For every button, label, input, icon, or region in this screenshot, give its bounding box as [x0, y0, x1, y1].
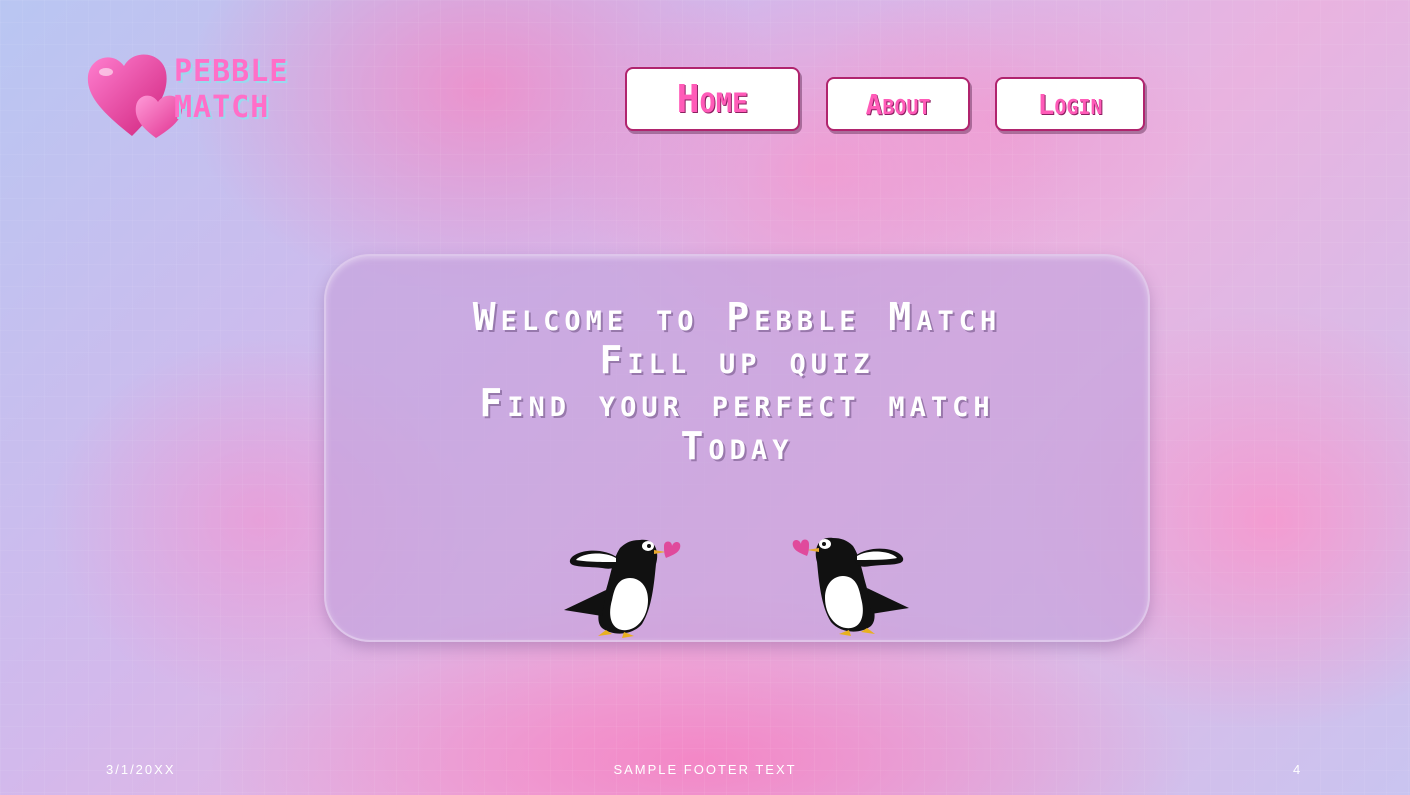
nav-login-button[interactable]: Login — [995, 77, 1145, 131]
footer-text: SAMPLE FOOTER TEXT — [613, 762, 797, 777]
welcome-line-2: Fill up quiz — [599, 338, 875, 382]
welcome-message: Welcome to Pebble Match Fill up quiz Fin… — [326, 296, 1148, 468]
logo-line-2: Match — [174, 90, 270, 125]
nav-about-button[interactable]: About — [826, 77, 970, 131]
logo-text: Pebble Match — [174, 54, 288, 126]
footer-page-number: 4 — [1293, 762, 1303, 777]
penguin-right-icon — [792, 537, 909, 636]
nav-home-button[interactable]: Home — [625, 67, 800, 131]
logo-line-1: Pebble — [174, 54, 289, 89]
welcome-line-3: Find your perfect match — [479, 381, 995, 425]
welcome-panel: Welcome to Pebble Match Fill up quiz Fin… — [324, 254, 1150, 642]
logo[interactable]: Pebble Match — [84, 48, 344, 143]
welcome-line-1: Welcome to Pebble Match — [472, 295, 1002, 339]
welcome-line-4: Today — [680, 424, 794, 468]
penguin-left-icon — [564, 539, 681, 638]
